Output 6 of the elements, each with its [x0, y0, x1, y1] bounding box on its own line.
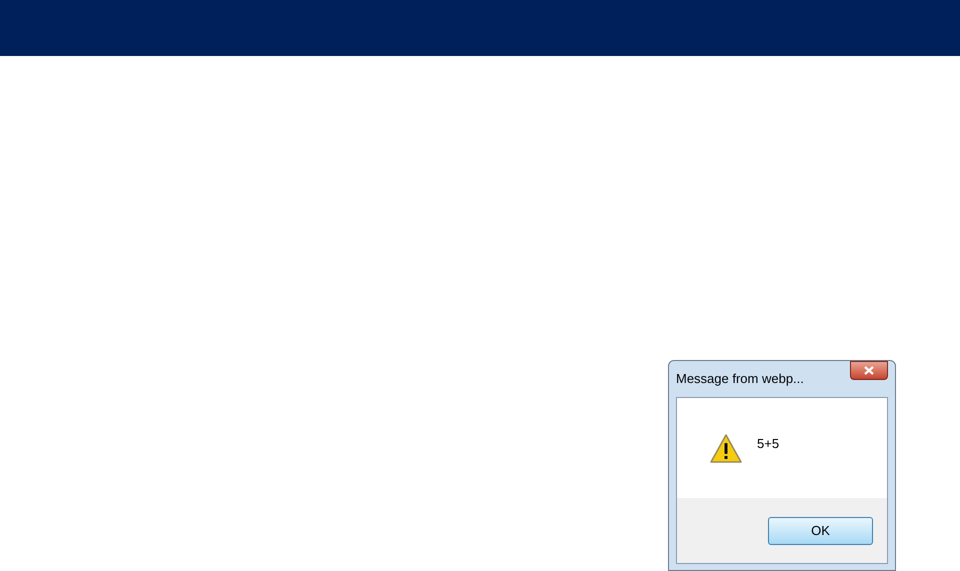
ok-button[interactable]: OK — [768, 516, 873, 544]
close-button[interactable] — [850, 361, 888, 380]
dialog-title: Message from webp... — [676, 370, 804, 388]
dialog-message: 5+5 — [757, 435, 780, 454]
warning-icon — [709, 432, 743, 464]
close-icon — [864, 366, 874, 375]
